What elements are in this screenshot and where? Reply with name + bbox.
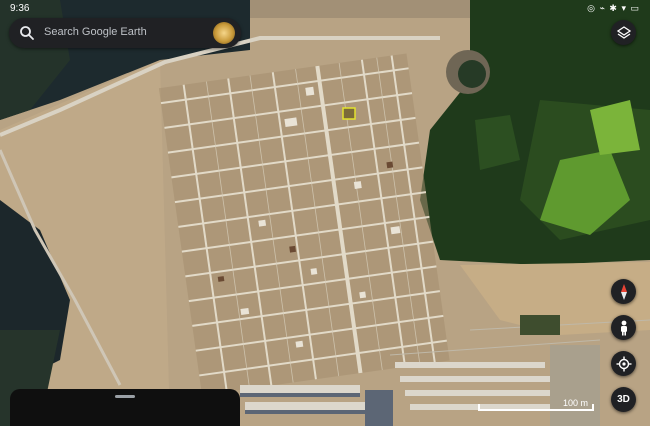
3d-label: 3D xyxy=(617,394,630,405)
profile-avatar[interactable] xyxy=(213,22,235,44)
bottom-sheet[interactable] xyxy=(10,389,240,426)
3d-toggle-button[interactable]: 3D xyxy=(611,387,636,412)
compass-button[interactable] xyxy=(611,279,636,304)
layers-icon xyxy=(616,25,631,39)
my-location-icon xyxy=(616,356,631,371)
compass-icon xyxy=(620,283,627,300)
system-status-icons: ◎ ⌁ ✱ ▾ ▭ xyxy=(587,3,640,13)
drag-handle[interactable] xyxy=(115,395,135,398)
search-icon[interactable] xyxy=(19,25,35,41)
my-location-button[interactable] xyxy=(611,351,636,376)
street-view-button[interactable] xyxy=(611,315,636,340)
pegman-icon xyxy=(620,320,627,335)
status-time: 9:36 xyxy=(10,3,30,14)
scale-bar: 100 m xyxy=(478,398,594,413)
scale-label: 100 m xyxy=(562,398,588,408)
satellite-map[interactable] xyxy=(0,0,650,426)
search-bar[interactable]: Search Google Earth xyxy=(9,18,241,48)
status-bar: 9:36 ◎ ⌁ ✱ ▾ ▭ xyxy=(0,0,650,18)
layers-button[interactable] xyxy=(611,20,636,45)
search-placeholder[interactable]: Search Google Earth xyxy=(44,26,147,38)
